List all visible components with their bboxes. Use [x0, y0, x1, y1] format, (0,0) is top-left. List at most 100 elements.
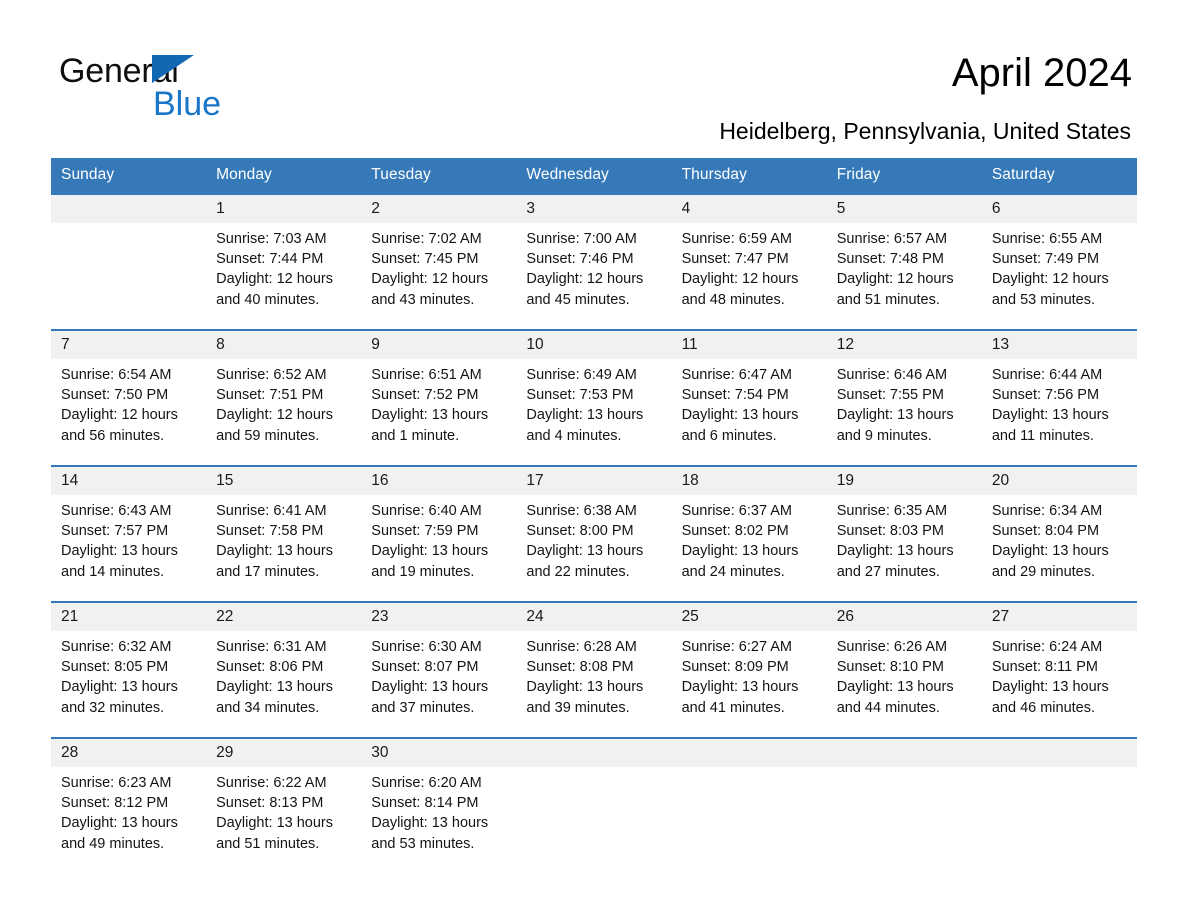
day-number[interactable]	[516, 737, 672, 767]
day-number[interactable]: 7	[51, 329, 207, 359]
day-number[interactable]: 2	[361, 193, 517, 223]
daylight-text-line2: and 34 minutes.	[216, 699, 320, 716]
day-cell[interactable]	[826, 767, 982, 873]
generalblue-logo[interactable]: General Blue	[59, 54, 359, 134]
sunrise-text: Sunrise: 6:47 AM	[681, 367, 792, 383]
day-number[interactable]: 1	[206, 193, 362, 223]
day-cell[interactable]: Sunrise: 6:51 AM Sunset: 7:52 PM Dayligh…	[361, 359, 517, 466]
day-cell[interactable]: Sunrise: 6:32 AM Sunset: 8:05 PM Dayligh…	[51, 631, 207, 738]
sunrise-text: Sunrise: 7:03 AM	[216, 231, 327, 247]
day-number[interactable]: 13	[981, 329, 1137, 359]
day-number[interactable]: 29	[206, 737, 362, 767]
day-number[interactable]: 25	[671, 601, 827, 631]
weekday-header-sunday: Sunday	[51, 158, 207, 194]
day-number[interactable]: 18	[671, 465, 827, 495]
day-cell[interactable]: Sunrise: 6:35 AM Sunset: 8:03 PM Dayligh…	[826, 495, 982, 602]
day-number[interactable]: 20	[981, 465, 1137, 495]
daylight-text-line2: and 11 minutes.	[991, 427, 1094, 444]
day-number[interactable]: 6	[981, 193, 1137, 223]
day-cell[interactable]: Sunrise: 6:28 AM Sunset: 8:08 PM Dayligh…	[516, 631, 672, 738]
daylight-text-line2: and 53 minutes.	[371, 835, 475, 852]
day-cell[interactable]: Sunrise: 6:55 AM Sunset: 7:49 PM Dayligh…	[981, 223, 1137, 330]
logo-text-general: General	[59, 52, 179, 90]
daylight-text-line2: and 19 minutes.	[371, 563, 475, 580]
day-cell[interactable]: Sunrise: 6:20 AM Sunset: 8:14 PM Dayligh…	[361, 767, 517, 873]
day-cell[interactable]: Sunrise: 6:54 AM Sunset: 7:50 PM Dayligh…	[51, 359, 207, 466]
day-number[interactable]: 14	[51, 465, 207, 495]
daylight-text-line1: Daylight: 13 hours	[681, 543, 799, 560]
daylight-text-line1: Daylight: 13 hours	[371, 679, 489, 696]
day-cell[interactable]: Sunrise: 6:46 AM Sunset: 7:55 PM Dayligh…	[826, 359, 982, 466]
day-cell[interactable]: Sunrise: 6:37 AM Sunset: 8:02 PM Dayligh…	[671, 495, 827, 602]
day-cell[interactable]	[51, 223, 207, 330]
day-cell[interactable]: Sunrise: 7:03 AM Sunset: 7:44 PM Dayligh…	[206, 223, 362, 330]
day-cell[interactable]: Sunrise: 6:47 AM Sunset: 7:54 PM Dayligh…	[671, 359, 827, 466]
day-number[interactable]: 23	[361, 601, 517, 631]
day-number[interactable]: 5	[826, 193, 982, 223]
day-number[interactable]: 17	[516, 465, 672, 495]
day-cell[interactable]: Sunrise: 6:23 AM Sunset: 8:12 PM Dayligh…	[51, 767, 207, 873]
week-daynumbers-row: 28 29 30	[51, 737, 1137, 767]
day-number[interactable]	[981, 737, 1137, 767]
day-cell[interactable]: Sunrise: 6:40 AM Sunset: 7:59 PM Dayligh…	[361, 495, 517, 602]
day-cell[interactable]	[671, 767, 827, 873]
daylight-text-line2: and 51 minutes.	[836, 291, 940, 308]
day-number[interactable]: 21	[51, 601, 207, 631]
day-number[interactable]: 15	[206, 465, 362, 495]
day-number[interactable]: 10	[516, 329, 672, 359]
daylight-text-line2: and 29 minutes.	[991, 563, 1096, 580]
day-cell[interactable]: Sunrise: 6:30 AM Sunset: 8:07 PM Dayligh…	[361, 631, 517, 738]
day-number[interactable]: 16	[361, 465, 517, 495]
sunset-text: Sunset: 7:59 PM	[371, 523, 479, 540]
day-cell[interactable]: Sunrise: 6:27 AM Sunset: 8:09 PM Dayligh…	[671, 631, 827, 738]
day-cell[interactable]: Sunrise: 6:24 AM Sunset: 8:11 PM Dayligh…	[981, 631, 1137, 738]
day-cell[interactable]: Sunrise: 6:22 AM Sunset: 8:13 PM Dayligh…	[206, 767, 362, 873]
day-number[interactable]: 19	[826, 465, 982, 495]
day-number[interactable]	[826, 737, 982, 767]
day-number[interactable]: 9	[361, 329, 517, 359]
daylight-text-line2: and 9 minutes.	[836, 427, 932, 444]
day-number[interactable]: 3	[516, 193, 672, 223]
day-cell[interactable]: Sunrise: 6:31 AM Sunset: 8:06 PM Dayligh…	[206, 631, 362, 738]
daylight-text-line1: Daylight: 13 hours	[216, 679, 334, 696]
daylight-text-line2: and 56 minutes.	[61, 427, 165, 444]
daylight-text-line2: and 24 minutes.	[681, 563, 785, 580]
day-cell[interactable]	[981, 767, 1137, 873]
calendar-body: 1 2 3 4 5 6 Sunrise: 7:03 AM Sunset: 7:4…	[51, 193, 1137, 873]
day-number[interactable]	[671, 737, 827, 767]
day-number[interactable]	[51, 193, 207, 223]
sunset-text: Sunset: 8:04 PM	[991, 523, 1100, 540]
day-cell[interactable]: Sunrise: 6:49 AM Sunset: 7:53 PM Dayligh…	[516, 359, 672, 466]
day-number[interactable]: 8	[206, 329, 362, 359]
day-number[interactable]: 27	[981, 601, 1137, 631]
day-cell[interactable]: Sunrise: 6:41 AM Sunset: 7:58 PM Dayligh…	[206, 495, 362, 602]
day-number[interactable]: 11	[671, 329, 827, 359]
day-cell[interactable]: Sunrise: 6:44 AM Sunset: 7:56 PM Dayligh…	[981, 359, 1137, 466]
day-cell[interactable]: Sunrise: 7:02 AM Sunset: 7:45 PM Dayligh…	[361, 223, 517, 330]
day-number[interactable]: 30	[361, 737, 517, 767]
day-cell[interactable]: Sunrise: 6:59 AM Sunset: 7:47 PM Dayligh…	[671, 223, 827, 330]
day-cell[interactable]: Sunrise: 7:00 AM Sunset: 7:46 PM Dayligh…	[516, 223, 672, 330]
day-number[interactable]: 22	[206, 601, 362, 631]
day-number[interactable]: 28	[51, 737, 207, 767]
day-cell[interactable]: Sunrise: 6:52 AM Sunset: 7:51 PM Dayligh…	[206, 359, 362, 466]
daylight-text-line1: Daylight: 13 hours	[371, 543, 489, 560]
day-number[interactable]: 12	[826, 329, 982, 359]
day-cell[interactable]: Sunrise: 6:34 AM Sunset: 8:04 PM Dayligh…	[981, 495, 1137, 602]
day-cell[interactable]: Sunrise: 6:57 AM Sunset: 7:48 PM Dayligh…	[826, 223, 982, 330]
day-cell[interactable]	[516, 767, 672, 873]
daylight-text-line1: Daylight: 12 hours	[836, 271, 954, 288]
day-number[interactable]: 24	[516, 601, 672, 631]
day-number[interactable]: 26	[826, 601, 982, 631]
daylight-text-line2: and 51 minutes.	[216, 835, 320, 852]
day-cell[interactable]: Sunrise: 6:38 AM Sunset: 8:00 PM Dayligh…	[516, 495, 672, 602]
calendar-table: Sunday Monday Tuesday Wednesday Thursday…	[51, 158, 1137, 873]
sunrise-text: Sunrise: 6:30 AM	[371, 639, 482, 655]
day-cell[interactable]: Sunrise: 6:43 AM Sunset: 7:57 PM Dayligh…	[51, 495, 207, 602]
day-cell[interactable]: Sunrise: 6:26 AM Sunset: 8:10 PM Dayligh…	[826, 631, 982, 738]
sunset-text: Sunset: 8:08 PM	[526, 659, 634, 676]
daylight-text-line1: Daylight: 13 hours	[836, 543, 954, 560]
daylight-text-line1: Daylight: 13 hours	[371, 815, 489, 832]
day-number[interactable]: 4	[671, 193, 827, 223]
sunset-text: Sunset: 8:00 PM	[526, 523, 634, 540]
